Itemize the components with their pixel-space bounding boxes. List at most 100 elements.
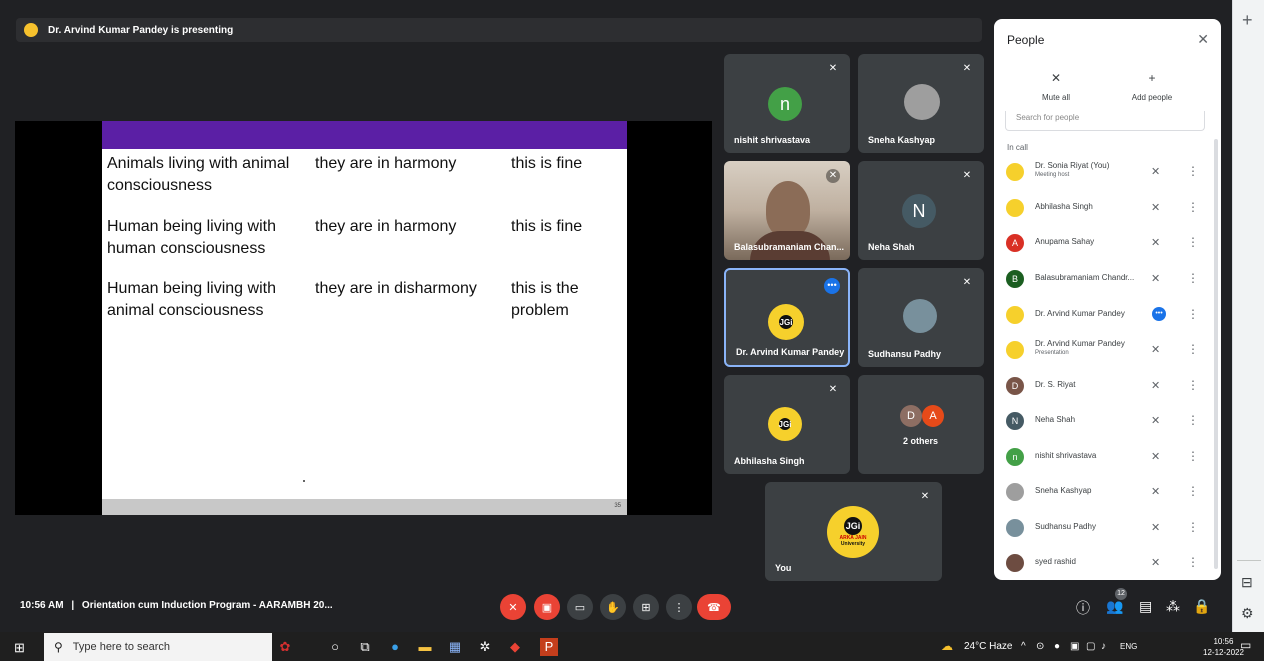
network-tray-icon[interactable]: ▣ <box>1070 641 1079 652</box>
side-panel-toggle-icon[interactable]: ⊟ <box>1241 574 1257 590</box>
people-list-item[interactable]: n nishit shrivastava ✕ ⋮ <box>994 440 1221 476</box>
people-list-item[interactable]: Dr. Arvind Kumar Pandey ••• ⋮ <box>994 298 1221 334</box>
chat-icon[interactable]: ▤ <box>1139 598 1152 615</box>
person-name: Abhilasha Singh <box>1035 202 1093 211</box>
display-tray-icon[interactable]: ▢ <box>1086 641 1095 652</box>
mic-off-icon: ✕ <box>920 491 930 502</box>
participant-tile-neha[interactable]: ✕ N Neha Shah <box>858 161 984 260</box>
mic-off-icon: ✕ <box>1151 451 1161 463</box>
add-people-button[interactable]: + Add people <box>1117 71 1187 102</box>
more-vert-icon[interactable]: ⋮ <box>1187 449 1199 463</box>
slide-page-number: 35 <box>614 503 621 509</box>
more-options-icon[interactable]: ••• <box>1152 307 1166 321</box>
more-vert-icon[interactable]: ⋮ <box>1187 271 1199 285</box>
people-list-item[interactable]: syed rashid ✕ ⋮ <box>994 546 1221 580</box>
panel-title: People <box>1007 33 1045 47</box>
mic-tray-icon[interactable]: ● <box>1054 641 1060 652</box>
avatar <box>904 84 940 120</box>
participant-tile-nishit[interactable]: ✕ n nishit shrivastava <box>724 54 850 153</box>
participant-tile-abhilasha[interactable]: ✕ JGi Abhilasha Singh <box>724 375 850 474</box>
participant-tile-others[interactable]: D A 2 others <box>858 375 984 474</box>
more-vert-icon[interactable]: ⋮ <box>1187 520 1199 534</box>
avatar <box>903 299 937 333</box>
task-view-icon[interactable]: ⧉ <box>356 638 374 656</box>
store-icon[interactable]: ▦ <box>446 638 464 656</box>
settings-icon[interactable]: ✲ <box>476 638 494 656</box>
mic-off-icon: ✕ <box>1151 522 1161 534</box>
more-vert-icon[interactable]: ⋮ <box>1187 200 1199 214</box>
more-options-icon[interactable]: ••• <box>824 278 840 294</box>
people-list-item[interactable]: Sudhansu Padhy ✕ ⋮ <box>994 511 1221 547</box>
people-list-item[interactable]: N Neha Shah ✕ ⋮ <box>994 404 1221 440</box>
edge-icon[interactable]: ● <box>386 638 404 656</box>
chevron-up-icon[interactable]: ^ <box>1021 641 1026 652</box>
windows-start-icon[interactable]: ⊞ <box>14 640 25 656</box>
more-vert-icon[interactable]: ⋮ <box>1187 555 1199 569</box>
captions-button[interactable]: ▭ <box>567 594 593 620</box>
info-icon[interactable]: ⓘ <box>1076 598 1090 618</box>
participant-count-badge: 12 <box>1115 588 1127 600</box>
more-vert-icon[interactable]: ⋮ <box>1187 413 1199 427</box>
media-app-icon[interactable]: ◆ <box>506 638 524 656</box>
tray-app-icon[interactable]: ⊙ <box>1036 641 1044 652</box>
avatar <box>1006 519 1024 537</box>
powerpoint-icon[interactable]: P <box>540 638 558 656</box>
in-call-heading: In call <box>1007 143 1028 152</box>
camera-off-icon: ▣ <box>541 601 553 614</box>
cortana-icon[interactable]: ○ <box>326 638 344 656</box>
arka-jain-logo: JGi <box>768 407 802 441</box>
people-list-item[interactable]: A Anupama Sahay ✕ ⋮ <box>994 226 1221 262</box>
leave-call-button[interactable]: ☎ <box>697 594 731 620</box>
more-options-button[interactable]: ⋮ <box>666 594 692 620</box>
raise-hand-button[interactable]: ✋ <box>600 594 626 620</box>
search-people-input[interactable]: Search for people <box>1005 111 1205 131</box>
mute-all-button[interactable]: ✕ Mute all <box>1021 71 1091 102</box>
camera-toggle-button[interactable]: ▣ <box>534 594 560 620</box>
more-vert-icon[interactable]: ⋮ <box>1187 164 1199 178</box>
volume-icon[interactable]: ♪ <box>1101 641 1106 652</box>
people-list-item[interactable]: D Dr. S. Riyat ✕ ⋮ <box>994 369 1221 405</box>
participant-tile-balasubramaniam[interactable]: ✕ Balasubramaniam Chan... <box>724 161 850 260</box>
people-list-item[interactable]: Dr. Sonia Riyat (You) Meeting host ✕ ⋮ <box>994 155 1221 191</box>
present-button[interactable]: ⊞ <box>633 594 659 620</box>
slide-cell: this is fine <box>511 218 583 235</box>
participant-tile-arvind[interactable]: ••• JGi Dr. Arvind Kumar Pandey <box>724 268 850 367</box>
more-vert-icon[interactable]: ⋮ <box>1187 235 1199 249</box>
people-list-item[interactable]: Abhilasha Singh ✕ ⋮ <box>994 191 1221 227</box>
participant-tile-sudhansu[interactable]: ✕ Sudhansu Padhy <box>858 268 984 367</box>
mic-off-icon: ✕ <box>508 601 518 614</box>
slide-cell: they are in disharmony <box>315 280 477 297</box>
participant-tile-you[interactable]: ✕ JGi ARKA JAIN University You <box>765 482 942 581</box>
mute-all-label: Mute all <box>1041 93 1070 102</box>
people-icon[interactable]: 👥 <box>1106 598 1123 615</box>
settings-gear-icon[interactable]: ⚙ <box>1241 605 1257 621</box>
people-list-item[interactable]: Dr. Arvind Kumar Pandey Presentation ✕ ⋮ <box>994 333 1221 369</box>
mic-off-icon: ✕ <box>962 63 972 74</box>
slide-dot <box>303 480 305 482</box>
language-indicator[interactable]: ENG <box>1120 642 1137 651</box>
slide-cell: this is fine <box>511 155 583 172</box>
file-explorer-icon[interactable]: ▬ <box>416 638 434 656</box>
more-vert-icon[interactable]: ⋮ <box>1187 307 1199 321</box>
notification-icon[interactable]: ▭ <box>1240 638 1251 652</box>
add-person-icon: + <box>1148 71 1156 85</box>
people-list-item[interactable]: Sneha Kashyap ✕ ⋮ <box>994 475 1221 511</box>
mic-off-icon: ✕ <box>828 384 838 395</box>
mic-toggle-button[interactable]: ✕ <box>500 594 526 620</box>
more-vert-icon[interactable]: ⋮ <box>1187 484 1199 498</box>
slide-cell: Animals living with animal consciousness <box>107 155 290 194</box>
people-scrollbar[interactable] <box>1214 139 1218 569</box>
people-list-item[interactable]: B Balasubramaniam Chandr... ✕ ⋮ <box>994 262 1221 298</box>
more-vert-icon[interactable]: ⋮ <box>1187 342 1199 356</box>
more-vert-icon[interactable]: ⋮ <box>1187 378 1199 392</box>
weather-text[interactable]: 24°C Haze <box>964 641 1012 652</box>
flower-widget-icon[interactable]: ✿ <box>276 638 294 656</box>
system-clock[interactable]: 10:56 12-12-2022 <box>1203 636 1244 658</box>
new-tab-plus-icon[interactable]: + <box>1242 10 1253 31</box>
host-controls-icon[interactable]: 🔒 <box>1193 598 1210 615</box>
taskbar-search-input[interactable]: ⚲ Type here to search <box>44 633 272 661</box>
participant-tile-sneha[interactable]: ✕ Sneha Kashyap <box>858 54 984 153</box>
side-panel-divider <box>1237 560 1261 561</box>
close-icon[interactable]: ✕ <box>1197 31 1209 48</box>
activities-icon[interactable]: ⁂ <box>1166 598 1180 615</box>
